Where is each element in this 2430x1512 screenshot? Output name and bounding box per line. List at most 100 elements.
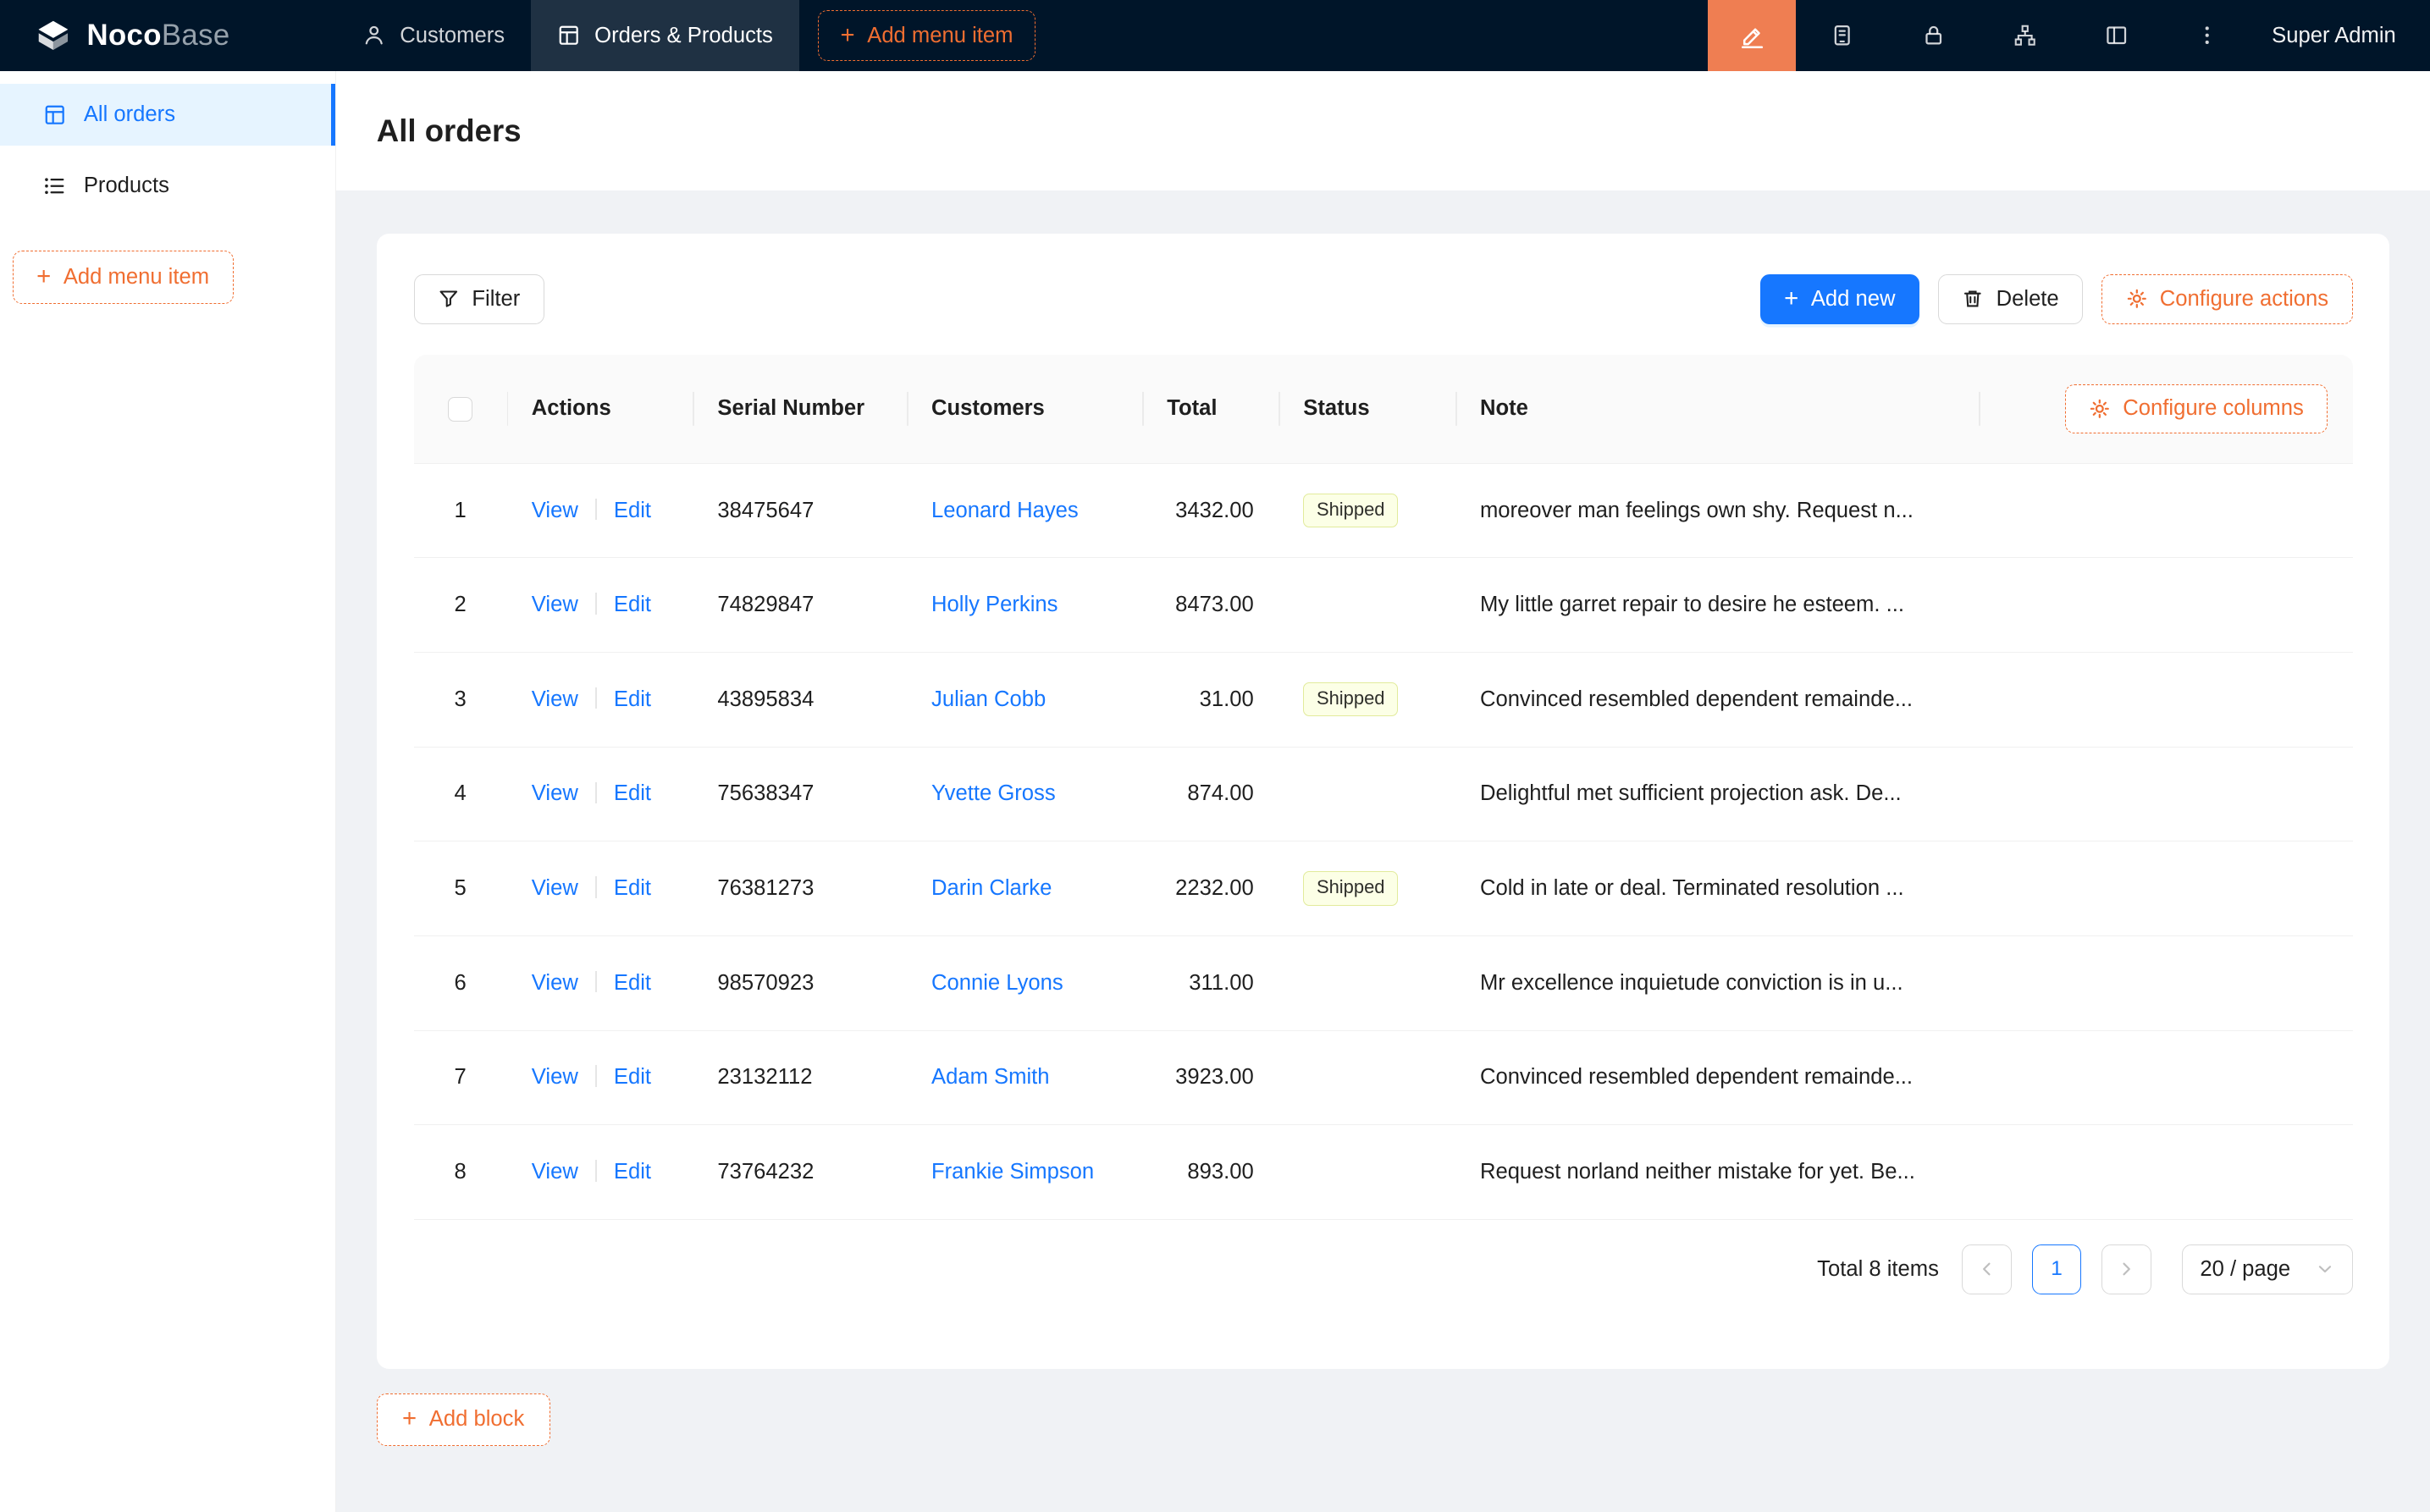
page-title: All orders — [377, 113, 522, 149]
customer-link[interactable]: Julian Cobb — [931, 687, 1046, 711]
filter-funnel-icon — [438, 288, 460, 310]
plus-icon: + — [1784, 286, 1798, 311]
orders-table: Actions Serial Number Customers Total St… — [414, 355, 2353, 1220]
customer-link[interactable]: Darin Clarke — [931, 876, 1052, 900]
table-header: Actions Serial Number Customers Total St… — [414, 355, 2353, 463]
sidebar-add-menu-item-button[interactable]: + Add menu item — [13, 251, 234, 303]
view-link[interactable]: View — [532, 971, 578, 995]
view-link[interactable]: View — [532, 687, 578, 711]
view-link[interactable]: View — [532, 1160, 578, 1184]
add-new-button[interactable]: + Add new — [1760, 274, 1919, 324]
note-cell: Convinced resembled dependent remainde..… — [1455, 1030, 1980, 1125]
column-header-note: Note — [1455, 355, 1980, 463]
nav-item-customers[interactable]: Customers — [336, 0, 531, 71]
column-header-customers: Customers — [907, 355, 1142, 463]
delete-button[interactable]: Delete — [1938, 274, 2083, 324]
row-index: 1 — [454, 499, 466, 522]
customer-link[interactable]: Holly Perkins — [931, 593, 1058, 616]
customer-link[interactable]: Leonard Hayes — [931, 499, 1079, 522]
row-index: 6 — [454, 971, 466, 995]
serial-number-cell: 98570923 — [693, 935, 907, 1030]
content-area: Filter + Add new Delete — [336, 190, 2430, 1446]
view-link[interactable]: View — [532, 593, 578, 616]
plus-icon: + — [841, 23, 855, 47]
add-block-button[interactable]: + Add block — [377, 1393, 550, 1446]
view-link[interactable]: View — [532, 499, 578, 522]
nocobase-logo-icon — [34, 16, 73, 55]
plus-icon: + — [402, 1406, 417, 1431]
lock-icon — [1922, 24, 1945, 47]
more-button[interactable] — [2162, 0, 2253, 71]
vertical-divider — [595, 593, 597, 615]
edit-link[interactable]: Edit — [614, 876, 651, 900]
table-row: 4 ViewEdit 75638347 Yvette Gross 874.00 … — [414, 747, 2353, 842]
view-link[interactable]: View — [532, 876, 578, 900]
orders-table-icon — [43, 103, 66, 126]
app-logo[interactable]: NocoBase — [0, 0, 336, 71]
edit-link[interactable]: Edit — [614, 1065, 651, 1089]
layout-button[interactable] — [2070, 0, 2162, 71]
edit-link[interactable]: Edit — [614, 687, 651, 711]
navbar-add-menu-item-button[interactable]: + Add menu item — [818, 10, 1036, 61]
total-cell: 3923.00 — [1142, 1030, 1279, 1125]
column-header-actions: Actions — [507, 355, 693, 463]
table-row: 3 ViewEdit 43895834 Julian Cobb 31.00 Sh… — [414, 653, 2353, 748]
nav-item-orders-products[interactable]: Orders & Products — [531, 0, 799, 71]
layout-icon — [2105, 24, 2128, 47]
vertical-divider — [595, 687, 597, 709]
column-header-total: Total — [1142, 355, 1279, 463]
tablet-icon — [1831, 24, 1853, 47]
edit-link[interactable]: Edit — [614, 593, 651, 616]
pagination-prev-button[interactable] — [1962, 1244, 2012, 1294]
user-menu[interactable]: Super Admin — [2253, 0, 2430, 71]
serial-number-cell: 43895834 — [693, 653, 907, 748]
note-cell: moreover man feelings own shy. Request n… — [1455, 463, 1980, 558]
configure-actions-button[interactable]: Configure actions — [2101, 274, 2352, 324]
toolbar-right: + Add new Delete — [1760, 274, 2353, 324]
filter-button[interactable]: Filter — [414, 274, 544, 324]
logo-text: NocoBase — [86, 21, 229, 51]
view-link[interactable]: View — [532, 781, 578, 805]
tablet-button[interactable] — [1796, 0, 1887, 71]
configure-columns-button[interactable]: Configure columns — [2065, 384, 2328, 434]
sidebar-item-products[interactable]: Products — [0, 155, 335, 217]
pagination-next-button[interactable] — [2101, 1244, 2151, 1294]
sidebar-item-all-orders[interactable]: All orders — [0, 84, 335, 146]
row-index: 4 — [454, 781, 466, 805]
page-header: All orders — [336, 71, 2430, 190]
list-icon — [43, 174, 66, 197]
vertical-divider — [595, 499, 597, 521]
sidebar: All orders Products + Add menu item — [0, 71, 336, 1512]
pagination-page-1[interactable]: 1 — [2032, 1244, 2082, 1294]
connections-button[interactable] — [1979, 0, 2070, 71]
lock-button[interactable] — [1887, 0, 1979, 71]
edit-link[interactable]: Edit — [614, 971, 651, 995]
customer-link[interactable]: Frankie Simpson — [931, 1160, 1094, 1184]
vertical-divider — [595, 876, 597, 898]
gear-icon — [2126, 288, 2148, 310]
customer-link[interactable]: Yvette Gross — [931, 781, 1056, 805]
design-mode-button[interactable] — [1708, 0, 1796, 71]
navbar-menu: Customers Orders & Products + Add menu i… — [336, 0, 1036, 71]
select-all-checkbox[interactable] — [448, 397, 472, 422]
edit-link[interactable]: Edit — [614, 499, 651, 522]
table-toolbar: Filter + Add new Delete — [414, 274, 2353, 324]
customer-link[interactable]: Adam Smith — [931, 1065, 1049, 1089]
edit-link[interactable]: Edit — [614, 781, 651, 805]
total-cell: 874.00 — [1142, 747, 1279, 842]
table-row: 6 ViewEdit 98570923 Connie Lyons 311.00 … — [414, 935, 2353, 1030]
customers-icon — [362, 24, 385, 47]
status-badge: Shipped — [1303, 682, 1398, 716]
vertical-divider — [595, 782, 597, 804]
customer-link[interactable]: Connie Lyons — [931, 971, 1063, 995]
table-row: 5 ViewEdit 76381273 Darin Clarke 2232.00… — [414, 842, 2353, 936]
chevron-down-icon — [2316, 1260, 2334, 1278]
table-row: 2 ViewEdit 74829847 Holly Perkins 8473.0… — [414, 558, 2353, 653]
sidebar-item-label: Products — [84, 174, 169, 198]
view-link[interactable]: View — [532, 1065, 578, 1089]
note-cell: Mr excellence inquietude conviction is i… — [1455, 935, 1980, 1030]
table-row: 7 ViewEdit 23132112 Adam Smith 3923.00 C… — [414, 1030, 2353, 1125]
page-size-select[interactable]: 20 / page — [2182, 1244, 2352, 1294]
edit-link[interactable]: Edit — [614, 1160, 651, 1184]
current-user-label: Super Admin — [2272, 24, 2396, 48]
